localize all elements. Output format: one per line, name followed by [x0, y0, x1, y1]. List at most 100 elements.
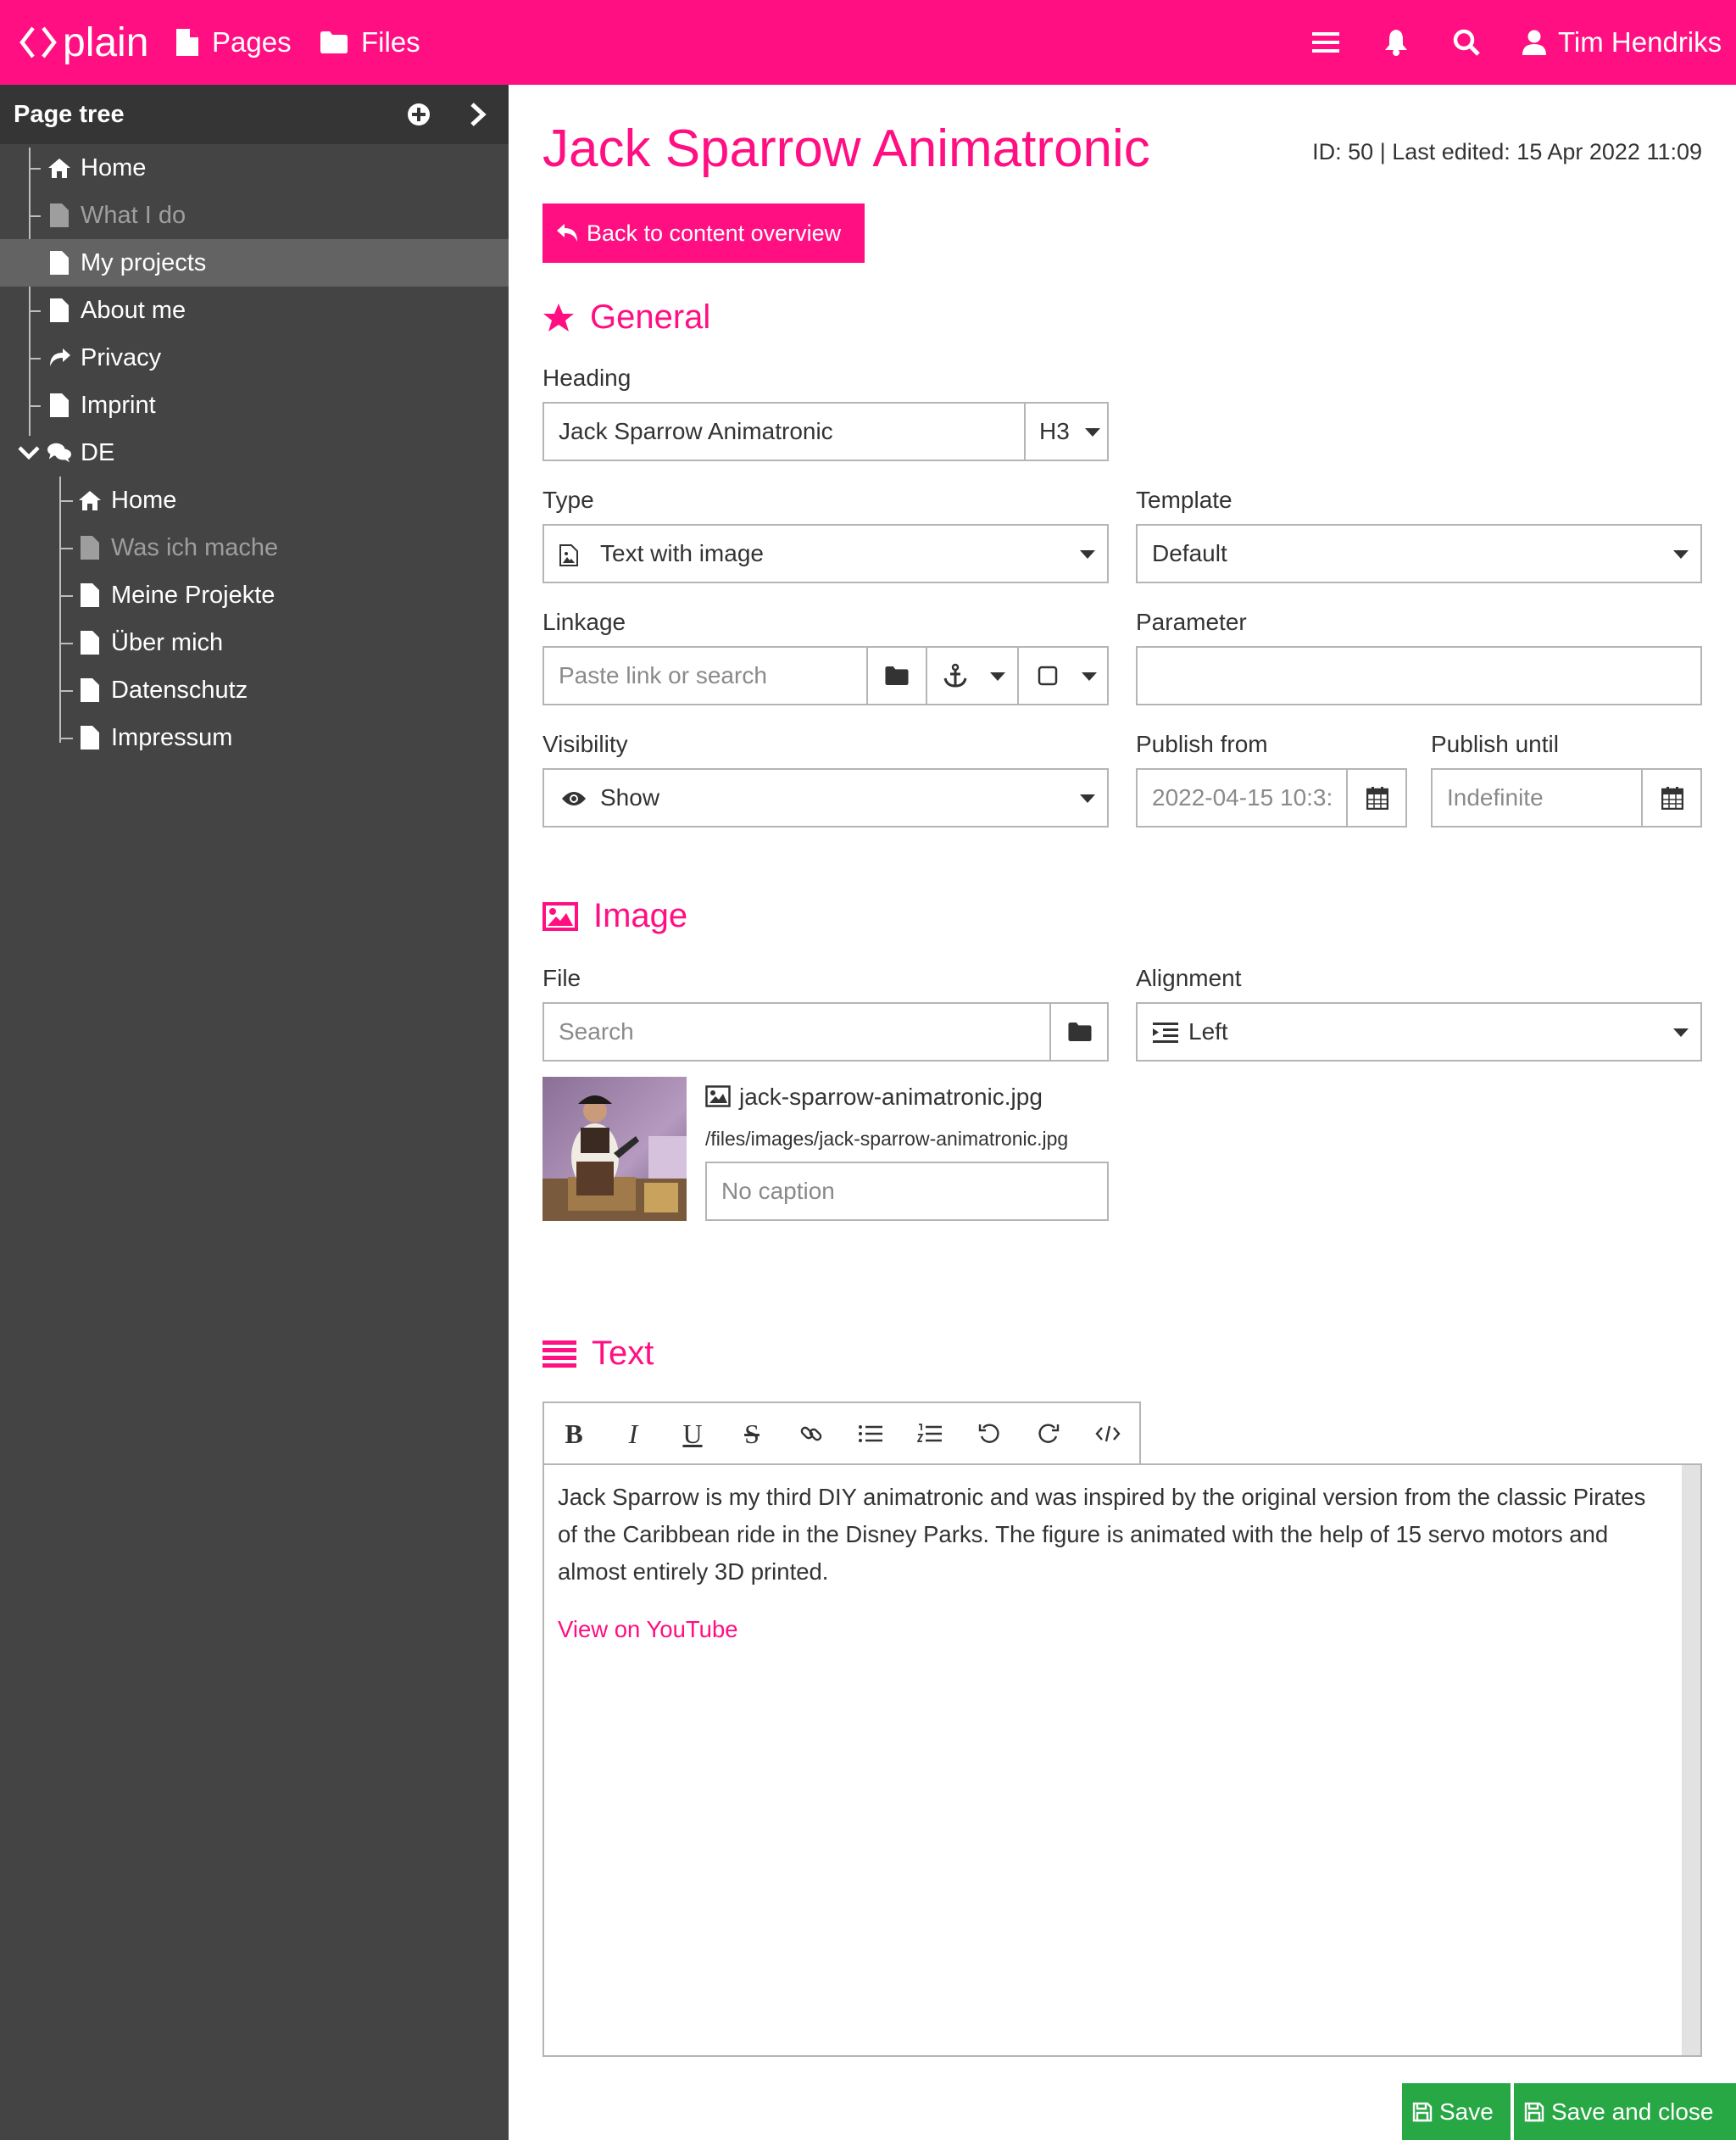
- file-icon: [47, 251, 71, 275]
- notifications-button[interactable]: [1383, 0, 1409, 85]
- publish-until-input[interactable]: Indefinite: [1447, 784, 1544, 811]
- editor-body-text: Jack Sparrow is my third DIY animatronic…: [558, 1484, 1646, 1585]
- heading-input[interactable]: Jack Sparrow Animatronic: [559, 418, 833, 445]
- heading-input-group: Jack Sparrow Animatronic H3: [542, 402, 1109, 461]
- alignment-value: Left: [1188, 1018, 1228, 1045]
- tree-item-my-projects[interactable]: My projects: [0, 239, 509, 287]
- parameter-input[interactable]: [1136, 646, 1702, 705]
- tree-item-privacy[interactable]: Privacy: [0, 334, 509, 382]
- caption-placeholder: No caption: [721, 1178, 835, 1204]
- tree-item-about-me[interactable]: About me: [0, 287, 509, 334]
- source-code-button[interactable]: [1078, 1404, 1138, 1463]
- chevron-right-icon[interactable]: [468, 101, 488, 128]
- publish-from-label: Publish from: [1136, 731, 1268, 757]
- back-to-overview-button[interactable]: Back to content overview: [542, 203, 865, 263]
- redo-button[interactable]: [1019, 1404, 1078, 1463]
- calendar-icon: [1366, 787, 1388, 810]
- link-button[interactable]: [782, 1404, 841, 1463]
- tree-item-datenschutz[interactable]: Datenschutz: [0, 666, 509, 714]
- tree-item-meine-projekte[interactable]: Meine Projekte: [0, 571, 509, 619]
- tree-item-what-i-do[interactable]: What I do: [0, 192, 509, 239]
- page-title: Jack Sparrow Animatronic: [542, 120, 1150, 178]
- visibility-label: Visibility: [542, 731, 628, 757]
- publish-from-input-group: 2022-04-15 10:3:: [1136, 768, 1407, 828]
- file-icon: [78, 678, 102, 702]
- image-file-icon: [559, 544, 578, 566]
- app-logo-text: plain: [63, 20, 149, 65]
- folder-icon: [885, 666, 909, 685]
- linkage-anchor-select[interactable]: [926, 648, 1017, 704]
- file-icon: [176, 29, 198, 56]
- bold-button[interactable]: B: [544, 1404, 604, 1463]
- undo-button[interactable]: [960, 1404, 1019, 1463]
- publish-from-input[interactable]: 2022-04-15 10:3:: [1152, 784, 1345, 811]
- code-brackets-icon: [19, 26, 57, 59]
- tree-item-was-ich-mache[interactable]: Was ich mache: [0, 524, 509, 571]
- numbered-list-button[interactable]: [900, 1404, 960, 1463]
- tree-item-ueber-mich[interactable]: Über mich: [0, 619, 509, 666]
- save-and-close-button[interactable]: Save and close: [1514, 2083, 1736, 2140]
- file-icon: [47, 393, 71, 417]
- type-select[interactable]: Text with image: [542, 524, 1109, 583]
- user-menu[interactable]: Tim Hendriks: [1522, 0, 1722, 85]
- page-tree-sidebar: Page tree Home What I do My projects Abo…: [0, 85, 509, 2140]
- alignment-select[interactable]: Left: [1136, 1002, 1702, 1062]
- tree-item-de-home[interactable]: Home: [0, 476, 509, 524]
- linkage-target-select[interactable]: [1017, 648, 1109, 704]
- parameter-label: Parameter: [1136, 609, 1247, 635]
- linkage-browse-button[interactable]: [866, 648, 926, 704]
- heading-label: Heading: [542, 365, 632, 391]
- template-select[interactable]: Default: [1136, 524, 1702, 583]
- text-editor[interactable]: Jack Sparrow is my third DIY animatronic…: [542, 1463, 1702, 2057]
- tree-item-impressum[interactable]: Impressum: [0, 714, 509, 761]
- caption-input[interactable]: No caption: [705, 1162, 1109, 1221]
- save-button[interactable]: Save: [1402, 2083, 1511, 2140]
- underline-button[interactable]: U: [663, 1404, 722, 1463]
- file-search-input[interactable]: Search: [559, 1018, 634, 1045]
- nav-pages-link[interactable]: Pages: [176, 0, 292, 85]
- caret-down-icon: [1085, 428, 1100, 437]
- image-file-icon: [705, 1085, 731, 1107]
- publish-until-calendar-button[interactable]: [1641, 770, 1702, 826]
- add-circle-icon[interactable]: [407, 103, 431, 126]
- file-label: File: [542, 965, 581, 991]
- app-logo[interactable]: plain: [19, 0, 148, 85]
- tree-item-label: What I do: [81, 202, 186, 229]
- visibility-select[interactable]: Show: [542, 768, 1109, 828]
- nav-files-link[interactable]: Files: [320, 0, 420, 85]
- strikethrough-button[interactable]: S: [722, 1404, 782, 1463]
- youtube-link[interactable]: View on YouTube: [558, 1616, 738, 1643]
- nav-files-label: Files: [361, 26, 420, 58]
- eye-icon: [562, 792, 586, 805]
- save-button-label: Save: [1439, 2098, 1494, 2125]
- publish-until-input-group: Indefinite: [1431, 768, 1702, 828]
- section-general: General: [542, 298, 710, 337]
- reply-arrow-icon: [557, 224, 577, 242]
- image-thumbnail[interactable]: [542, 1077, 687, 1221]
- file-browse-button[interactable]: [1049, 1004, 1109, 1060]
- nav-pages-label: Pages: [212, 26, 292, 58]
- alignment-label: Alignment: [1136, 965, 1242, 991]
- tree-item-home[interactable]: Home: [0, 144, 509, 192]
- tree-item-imprint[interactable]: Imprint: [0, 382, 509, 429]
- link-icon: [800, 1426, 822, 1441]
- tree-item-label: Meine Projekte: [111, 582, 275, 609]
- menu-button[interactable]: [1312, 0, 1339, 85]
- editor-scrollbar[interactable]: [1682, 1465, 1700, 2055]
- folder-icon: [1068, 1023, 1092, 1041]
- caret-down-icon: [1080, 550, 1095, 559]
- hamburger-icon: [1312, 32, 1339, 53]
- linkage-input[interactable]: Paste link or search: [559, 662, 767, 689]
- publish-until-label: Publish until: [1431, 731, 1559, 757]
- section-image: Image: [542, 897, 687, 935]
- code-icon: [1095, 1425, 1121, 1442]
- tree-item-de[interactable]: DE: [0, 429, 509, 476]
- publish-from-calendar-button[interactable]: [1346, 770, 1407, 826]
- italic-button[interactable]: I: [604, 1404, 663, 1463]
- tree-item-label: Über mich: [111, 629, 224, 656]
- section-general-title: General: [590, 298, 711, 336]
- bullet-list-button[interactable]: [841, 1404, 900, 1463]
- search-button[interactable]: [1453, 0, 1480, 85]
- tree-item-label: Home: [81, 154, 147, 181]
- heading-level-select[interactable]: H3: [1024, 404, 1109, 460]
